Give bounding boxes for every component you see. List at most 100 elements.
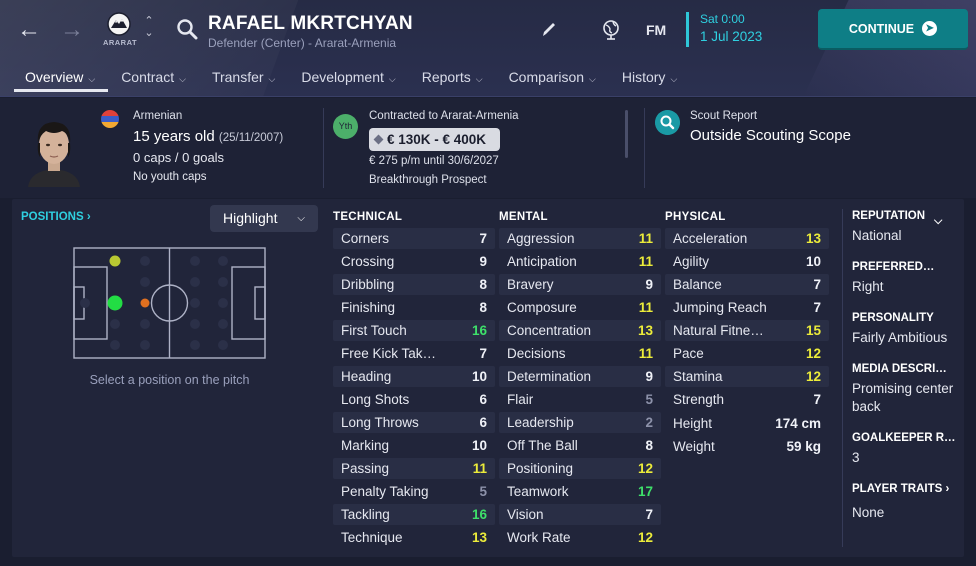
player-traits-link[interactable]: PLAYER TRAITS › (852, 483, 949, 495)
attribute-row[interactable]: Long Shots 6 (333, 389, 495, 410)
attribute-row[interactable]: Penalty Taking 5 (333, 481, 495, 502)
attributes-panel: POSITIONS › Highlight ⌵ Select a position… (12, 199, 964, 557)
attribute-row[interactable]: Anticipation 11 (499, 251, 661, 272)
reputation-value: National (852, 228, 902, 243)
attribute-name: Leadership (507, 415, 574, 430)
tab-label: Comparison (508, 69, 585, 85)
weight-value: 59 kg (786, 439, 821, 454)
attribute-row[interactable]: Balance 7 (665, 274, 829, 295)
attribute-value: 12 (637, 530, 653, 545)
player-position-club[interactable]: Defender (Center) - Ararat-Armenia (208, 36, 396, 50)
tab-comparison[interactable]: Comparison ⌵ (496, 64, 609, 92)
contract-club[interactable]: Contracted to Ararat-Armenia (369, 110, 519, 122)
caps-goals: 0 caps / 0 goals (133, 150, 225, 165)
attribute-value: 9 (645, 277, 653, 292)
arrow-left-icon[interactable]: ← (17, 18, 41, 42)
nationality[interactable]: Armenian (133, 110, 182, 122)
attribute-name: Long Shots (341, 392, 410, 407)
sidebar-divider (842, 209, 843, 547)
attribute-row[interactable]: Crossing 9 (333, 251, 495, 272)
attribute-row[interactable]: Positioning 12 (499, 458, 661, 479)
attribute-name: Balance (673, 277, 722, 292)
attribute-row[interactable]: Determination 9 (499, 366, 661, 387)
scout-report-label: Scout Report (690, 110, 758, 122)
game-time[interactable]: Sat 0:00 (700, 12, 745, 26)
highlight-dropdown[interactable]: Highlight ⌵ (210, 205, 318, 232)
goalkeeper-rating-value: 3 (852, 450, 860, 465)
attribute-row[interactable]: Stamina 12 (665, 366, 829, 387)
continue-button[interactable]: CONTINUE ➤ (818, 9, 968, 50)
tab-contract[interactable]: Contract ⌵ (108, 64, 199, 92)
attribute-value: 9 (645, 369, 653, 384)
tab-transfer[interactable]: Transfer ⌵ (199, 64, 288, 92)
player-header: ← → ARARAT ⌃ ⌄ RAFAEL MKRTCHYAN Defender … (0, 0, 976, 97)
mental-heading: MENTAL (499, 211, 548, 223)
fm-menu-button[interactable]: FM (646, 19, 670, 41)
height-value: 174 cm (775, 416, 821, 431)
attribute-row[interactable]: Agility 10 (665, 251, 829, 272)
attribute-value: 11 (638, 300, 653, 315)
tab-reports[interactable]: Reports ⌵ (409, 64, 496, 92)
tab-development[interactable]: Development ⌵ (288, 64, 408, 92)
attribute-name: Concentration (507, 323, 592, 338)
attribute-value: 5 (479, 484, 487, 499)
attribute-row[interactable]: Concentration 13 (499, 320, 661, 341)
attribute-row[interactable]: Natural Fitne… 15 (665, 320, 829, 341)
pencil-icon[interactable] (540, 19, 558, 41)
attribute-value: 6 (479, 392, 487, 407)
attribute-value: 9 (479, 254, 487, 269)
attribute-row[interactable]: Leadership 2 (499, 412, 661, 433)
positions-link[interactable]: POSITIONS › (21, 211, 91, 223)
attribute-row[interactable]: Long Throws 6 (333, 412, 495, 433)
attribute-row[interactable]: Strength 7 (665, 389, 829, 410)
attribute-row[interactable]: Passing 11 (333, 458, 495, 479)
attribute-name: Dribbling (341, 277, 395, 292)
attribute-row[interactable]: Marking 10 (333, 435, 495, 456)
attribute-row[interactable]: Jumping Reach 7 (665, 297, 829, 318)
attribute-row[interactable]: Acceleration 13 (665, 228, 829, 249)
game-date[interactable]: 1 Jul 2023 (700, 29, 762, 44)
cycle-player-arrows[interactable]: ⌃ ⌄ (143, 15, 155, 39)
tab-history[interactable]: History ⌵ (609, 64, 690, 92)
attribute-value: 7 (813, 300, 821, 315)
attribute-name: Determination (507, 369, 592, 384)
positions-title: POSITIONS (21, 211, 84, 223)
attribute-row[interactable]: Vision 7 (499, 504, 661, 525)
attribute-name: Aggression (507, 231, 575, 246)
goalkeeper-rating-label: GOALKEEPER R… (852, 432, 956, 444)
tab-bar: Overview ⌵ Contract ⌵ Transfer ⌵ Developmen… (12, 64, 690, 92)
player-name: RAFAEL MKRTCHYAN (208, 13, 413, 34)
attribute-row[interactable]: Aggression 11 (499, 228, 661, 249)
attribute-value: 12 (805, 346, 821, 361)
attribute-row[interactable]: Tackling 16 (333, 504, 495, 525)
attribute-value: 11 (638, 254, 653, 269)
attribute-row[interactable]: Work Rate 12 (499, 527, 661, 548)
attribute-row[interactable]: Teamwork 17 (499, 481, 661, 502)
scrollbar[interactable] (625, 110, 628, 158)
attribute-row[interactable]: Decisions 11 (499, 343, 661, 364)
weight-label: Weight (673, 439, 715, 454)
attribute-row[interactable]: Composure 11 (499, 297, 661, 318)
transfer-value-badge[interactable]: € 130K - € 400K (369, 128, 501, 151)
attribute-row[interactable]: Bravery 9 (499, 274, 661, 295)
attribute-row[interactable]: Dribbling 8 (333, 274, 495, 295)
globe-icon[interactable] (601, 19, 621, 41)
position-pitch[interactable] (73, 247, 266, 359)
tab-overview[interactable]: Overview ⌵ (12, 64, 109, 92)
attribute-name: Free Kick Tak… (341, 346, 437, 361)
attribute-row[interactable]: Technique 13 (333, 527, 495, 548)
attribute-row[interactable]: Free Kick Tak… 7 (333, 343, 495, 364)
scout-report-value[interactable]: Outside Scouting Scope (690, 127, 851, 144)
player-traits-value: None (852, 505, 885, 520)
player-face-avatar[interactable] (24, 113, 84, 187)
attribute-row[interactable]: Heading 10 (333, 366, 495, 387)
attribute-row[interactable]: Off The Ball 8 (499, 435, 661, 456)
attribute-row[interactable]: Pace 12 (665, 343, 829, 364)
attribute-row[interactable]: First Touch 16 (333, 320, 495, 341)
search-icon[interactable] (176, 18, 198, 40)
club-name: ARARAT (102, 38, 138, 47)
attribute-row[interactable]: Finishing 8 (333, 297, 495, 318)
arrow-right-icon[interactable]: → (60, 18, 84, 42)
attribute-row[interactable]: Flair 5 (499, 389, 661, 410)
attribute-row[interactable]: Corners 7 (333, 228, 495, 249)
